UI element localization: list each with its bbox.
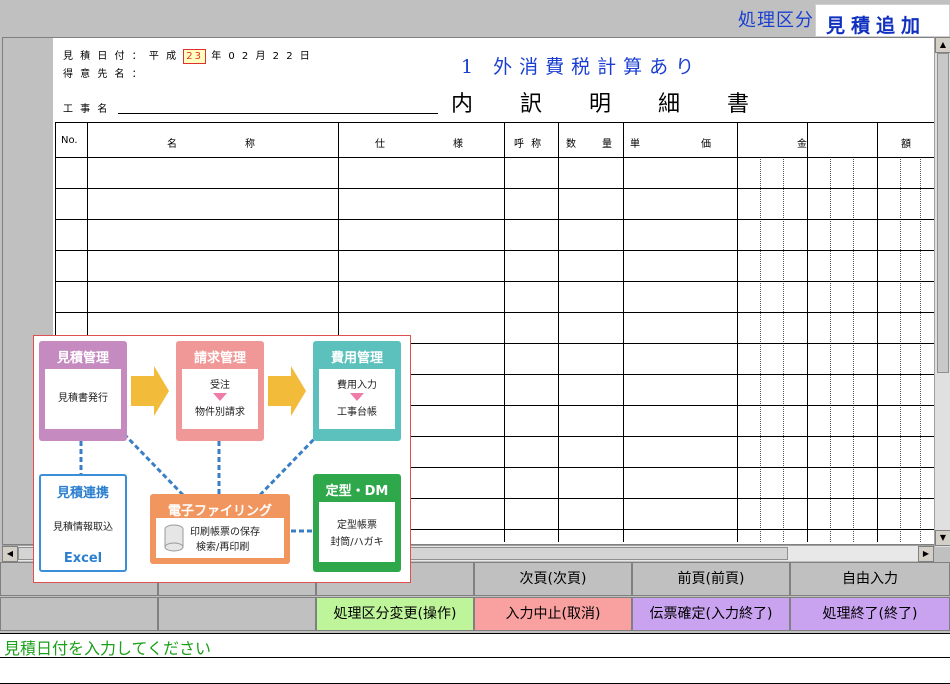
date-row: 見 積 日 付 ： 平 成 23 年 0 2 月 2 2 日 [63,47,312,64]
filing-line1: 印刷帳票の保存 [190,527,260,538]
col-amount-1: 金 [797,139,809,150]
date-label: 見 積 日 付 ： [63,51,144,62]
end-process-button[interactable]: 処理終了(終了) [790,597,950,631]
link-card: 見積連携 見積情報取込 Excel [39,474,127,572]
change-mode-button[interactable]: 処理区分変更(操作) [316,597,474,631]
billing-line1: 受注 [210,380,230,391]
dm-line2: 封筒/ハガキ [330,537,384,548]
scroll-down-icon[interactable]: ▼ [935,530,950,546]
project-label: 工 事 名 [63,104,110,115]
cost-line1: 費用入力 [337,380,377,391]
billing-card: 請求管理 受注 物件別請求 [176,341,264,441]
confirm-slip-button[interactable]: 伝票確定(入力終了) [632,597,790,631]
col-spec-2: 様 [453,139,465,150]
tax-note: 1 外消費税計算あり [461,56,702,78]
scroll-right-icon[interactable]: ▶ [918,546,934,562]
top-bar: 処理区分 見積追加 [0,0,950,37]
feature-overlay: 見積管理 見積書発行 請求管理 受注 物件別請求 費用管理 費用入力 工事台帳 … [33,335,411,583]
filing-card: 電子ファイリング 印刷帳票の保存 検索/再印刷 [150,494,290,564]
mode-label: 処理区分 [738,10,814,31]
app-window: 処理区分 見積追加 見 積 日 付 ： 平 成 23 年 0 2 月 2 2 日… [0,0,950,684]
era-year-field[interactable]: 23 [183,49,207,64]
free-input-button[interactable]: 自由入力 [790,562,950,596]
estimate-body: 見積書発行 [45,369,121,429]
estimate-card: 見積管理 見積書発行 [39,341,127,441]
col-qty-1: 数 [566,139,578,150]
dm-line1: 定型帳票 [337,520,377,531]
col-name-1: 名 [167,139,179,150]
down-arrow-icon [350,393,364,401]
col-price-1: 単 [630,139,642,150]
vertical-scroll-thumb[interactable] [937,53,949,373]
billing-title: 請求管理 [193,351,246,366]
link-body: 見積情報取込 [53,522,113,533]
filing-body: 印刷帳票の保存 検索/再印刷 [156,518,284,558]
dm-title: 定型・DM [325,484,389,499]
cancel-input-button[interactable]: 入力中止(取消) [474,597,632,631]
down-arrow-icon [213,393,227,401]
mode-value: 見積追加 [815,4,950,37]
prev-page-button[interactable]: 前頁(前頁) [632,562,790,596]
vertical-scrollbar[interactable]: ▲ ▼ [934,37,950,547]
fkey-7[interactable] [0,597,158,631]
scroll-left-icon[interactable]: ◀ [2,546,18,562]
month-day-value[interactable]: 0 2 月 2 2 日 [228,51,311,62]
page-title: 内 訳 明 細 書 [451,92,769,117]
status-line-2 [0,658,950,684]
dm-card: 定型・DM 定型帳票 封筒/ハガキ [313,474,401,572]
col-name-2: 称 [245,139,257,150]
filing-line2: 検索/再印刷 [196,542,250,553]
link-title: 見積連携 [56,486,109,501]
year-suffix: 年 [211,51,224,62]
fkey-8[interactable] [158,597,316,631]
col-spec-1: 仕 [375,139,387,150]
dm-body: 定型帳票 封筒/ハガキ [319,502,395,562]
cost-body: 費用入力 工事台帳 [319,369,395,429]
cost-line2: 工事台帳 [337,407,377,418]
estimate-title: 見積管理 [56,351,109,366]
database-icon [164,524,184,552]
excel-label: Excel [63,551,103,566]
billing-body: 受注 物件別請求 [182,369,258,429]
cost-card: 費用管理 費用入力 工事台帳 [313,341,401,441]
col-qty-2: 量 [602,139,614,150]
customer-label: 得 意 先 名 ： [63,69,144,80]
billing-line2: 物件別請求 [195,407,245,418]
col-price-2: 価 [701,139,713,150]
filing-title: 電子ファイリング [167,504,272,519]
era-label: 平 成 [148,51,179,62]
next-page-button[interactable]: 次頁(次頁) [474,562,632,596]
status-message: 見積日付を入力してください [0,633,950,658]
col-no: No. [61,135,78,146]
scroll-up-icon[interactable]: ▲ [935,37,950,53]
cost-title: 費用管理 [330,351,383,366]
col-unit-name: 呼 称 [514,139,544,150]
col-amount-2: 額 [901,139,913,150]
project-name-field[interactable] [118,113,438,114]
